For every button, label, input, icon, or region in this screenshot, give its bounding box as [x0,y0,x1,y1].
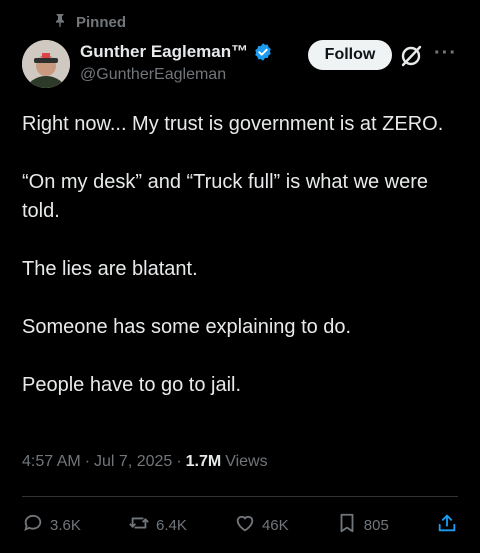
pin-icon [52,12,68,32]
pinned-indicator: Pinned [52,12,126,32]
more-options-icon[interactable]: ··· [434,42,457,65]
action-bar: 3.6K 6.4K 46K 805 [22,512,458,538]
reply-count: 3.6K [50,516,81,534]
bookmark-count: 805 [363,516,389,534]
author-handle[interactable]: @GuntherEagleman [80,66,226,84]
reply-icon [22,512,44,538]
follow-button[interactable]: Follow [308,40,392,70]
verified-badge-icon[interactable] [253,42,273,62]
tweet-paragraph: People have to go to jail. [22,374,242,396]
heart-icon [234,512,256,538]
bookmark-icon [336,512,358,538]
share-icon [436,512,458,538]
tweet-body: Right now... My trust is government is a… [22,110,462,429]
like-count: 46K [261,516,289,534]
like-button[interactable]: 46K [234,512,289,538]
tweet-meta: 4:57 AM · Jul 7, 2025 · 1.7M Views [22,453,268,471]
tweet-paragraph: “On my desk” and “Truck full” is what we… [22,171,429,222]
grok-icon[interactable] [398,43,424,69]
divider [22,496,458,497]
repost-button[interactable]: 6.4K [128,512,187,538]
views-count: 1.7M [185,453,222,470]
share-button[interactable] [436,512,458,538]
author-name[interactable]: Gunther Eagleman™ [80,42,248,62]
bookmark-button[interactable]: 805 [336,512,389,538]
reply-button[interactable]: 3.6K [22,512,81,538]
tweet-date[interactable]: Jul 7, 2025 [94,453,172,471]
repost-count: 6.4K [155,516,187,534]
tweet-paragraph: The lies are blatant. [22,258,198,280]
repost-icon [128,512,150,538]
meta-separator: · [176,453,182,470]
views-label: Views [225,453,268,470]
meta-separator: · [84,453,91,470]
pinned-label: Pinned [76,13,127,31]
tweet-paragraph: Someone has some explaining to do. [22,316,352,338]
author-name-row[interactable]: Gunther Eagleman™ [80,42,273,62]
tweet-time[interactable]: 4:57 AM [22,453,81,471]
tweet-paragraph: Right now... My trust is government is a… [22,113,444,135]
avatar[interactable] [22,40,70,88]
